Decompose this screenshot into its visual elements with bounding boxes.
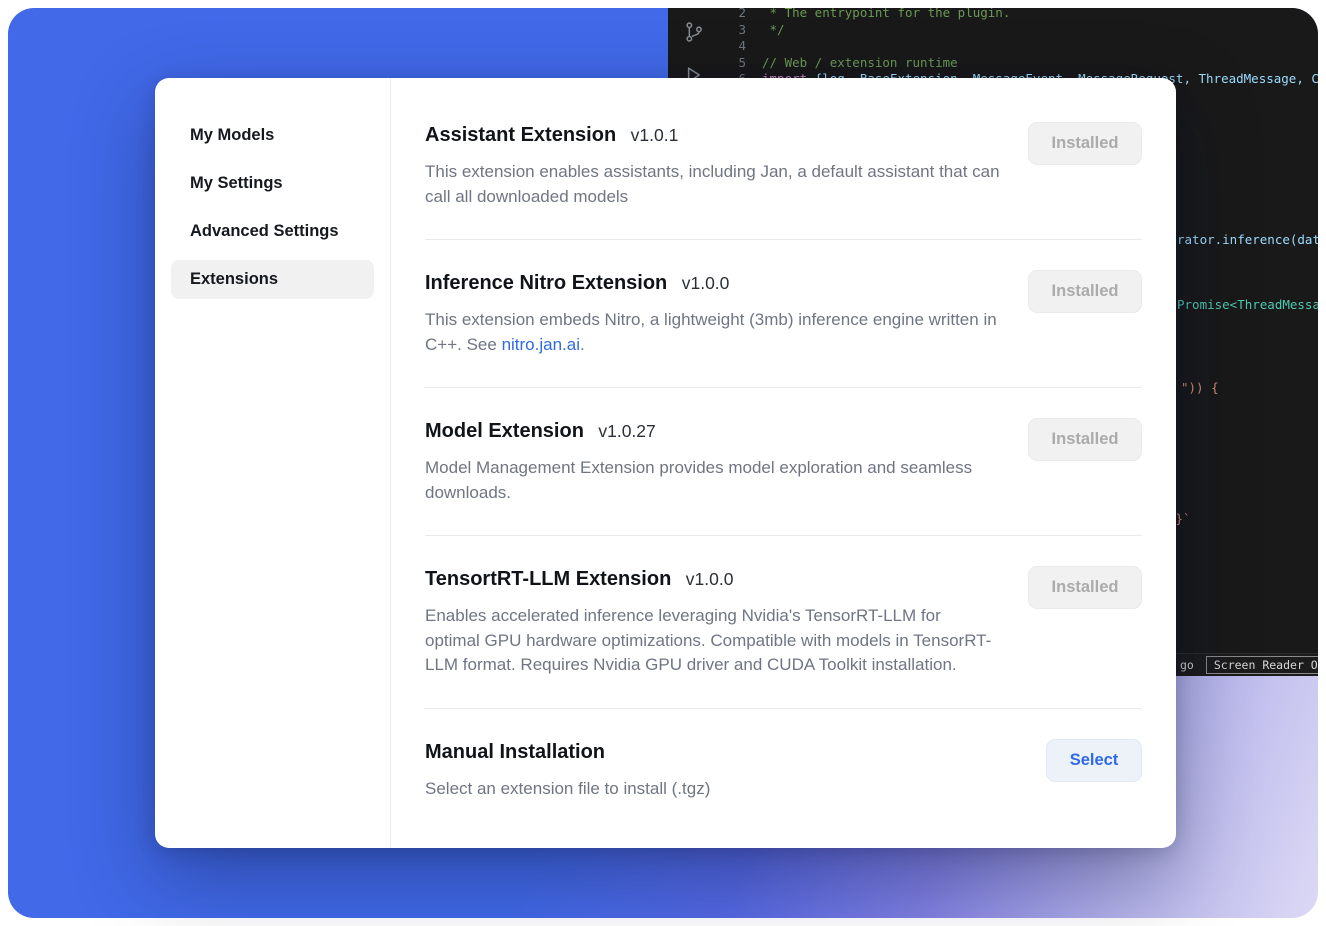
- extension-version: v1.0.0: [686, 569, 734, 589]
- code-fragment: Promise<ThreadMessage>: [1177, 297, 1318, 312]
- select-file-button[interactable]: Select: [1046, 739, 1142, 782]
- installed-button[interactable]: Installed: [1028, 566, 1142, 609]
- code-fragment: ")) {: [1181, 380, 1219, 395]
- sidebar-item-advanced-settings[interactable]: Advanced Settings: [171, 212, 374, 251]
- code-lines: 2 * The entrypoint for the plugin. 3 */ …: [716, 8, 1318, 88]
- line-number: 4: [716, 38, 746, 55]
- code-line: 3 */: [716, 22, 1318, 39]
- settings-sidebar: My Models My Settings Advanced Settings …: [155, 78, 391, 848]
- installed-button[interactable]: Installed: [1028, 270, 1142, 313]
- extension-name: Inference Nitro Extension: [425, 272, 667, 294]
- extension-row-inference-nitro: Inference Nitro Extension v1.0.0 This ex…: [425, 240, 1142, 388]
- code-line: 4: [716, 38, 1318, 55]
- extension-name: Assistant Extension: [425, 124, 616, 146]
- sidebar-item-my-models[interactable]: My Models: [171, 116, 374, 155]
- manual-installation-row: Manual Installation Select an extension …: [425, 709, 1142, 832]
- extension-description: Enables accelerated inference leveraging…: [425, 604, 1000, 678]
- statusbar-screen-reader[interactable]: Screen Reader Optimized: [1206, 656, 1318, 674]
- settings-modal: My Models My Settings Advanced Settings …: [155, 78, 1176, 848]
- extension-name: TensortRT-LLM Extension: [425, 568, 671, 590]
- extension-version: v1.0.0: [682, 273, 730, 293]
- manual-installation-title: Manual Installation: [425, 741, 605, 763]
- line-number: 5: [716, 55, 746, 72]
- line-number: 2: [716, 8, 746, 22]
- extension-version: v1.0.1: [631, 125, 679, 145]
- code-line: 5 // Web / extension runtime: [716, 55, 1318, 72]
- extension-version: v1.0.27: [598, 421, 655, 441]
- nitro-jan-ai-link[interactable]: nitro.jan.ai: [502, 335, 580, 354]
- source-control-icon[interactable]: [683, 20, 705, 47]
- line-number: 3: [716, 22, 746, 39]
- extension-description: This extension enables assistants, inclu…: [425, 160, 1000, 209]
- extension-description: Model Management Extension provides mode…: [425, 456, 1000, 505]
- code-line: 2 * The entrypoint for the plugin.: [716, 8, 1318, 22]
- extension-row-model: Model Extension v1.0.27 Model Management…: [425, 388, 1142, 536]
- statusbar-item-go[interactable]: go: [1180, 658, 1194, 672]
- installed-button[interactable]: Installed: [1028, 122, 1142, 165]
- sidebar-item-my-settings[interactable]: My Settings: [171, 164, 374, 203]
- extension-row-assistant: Assistant Extension v1.0.1 This extensio…: [425, 122, 1142, 240]
- extensions-panel: Assistant Extension v1.0.1 This extensio…: [391, 78, 1176, 848]
- code-fragment: rator.inference(data));: [1177, 232, 1318, 247]
- extension-description: This extension embeds Nitro, a lightweig…: [425, 308, 1000, 357]
- extension-name: Model Extension: [425, 420, 584, 442]
- sidebar-item-extensions[interactable]: Extensions: [171, 260, 374, 299]
- extension-row-tensorrt-llm: TensortRT-LLM Extension v1.0.0 Enables a…: [425, 536, 1142, 709]
- installed-button[interactable]: Installed: [1028, 418, 1142, 461]
- manual-installation-description: Select an extension file to install (.tg…: [425, 777, 710, 802]
